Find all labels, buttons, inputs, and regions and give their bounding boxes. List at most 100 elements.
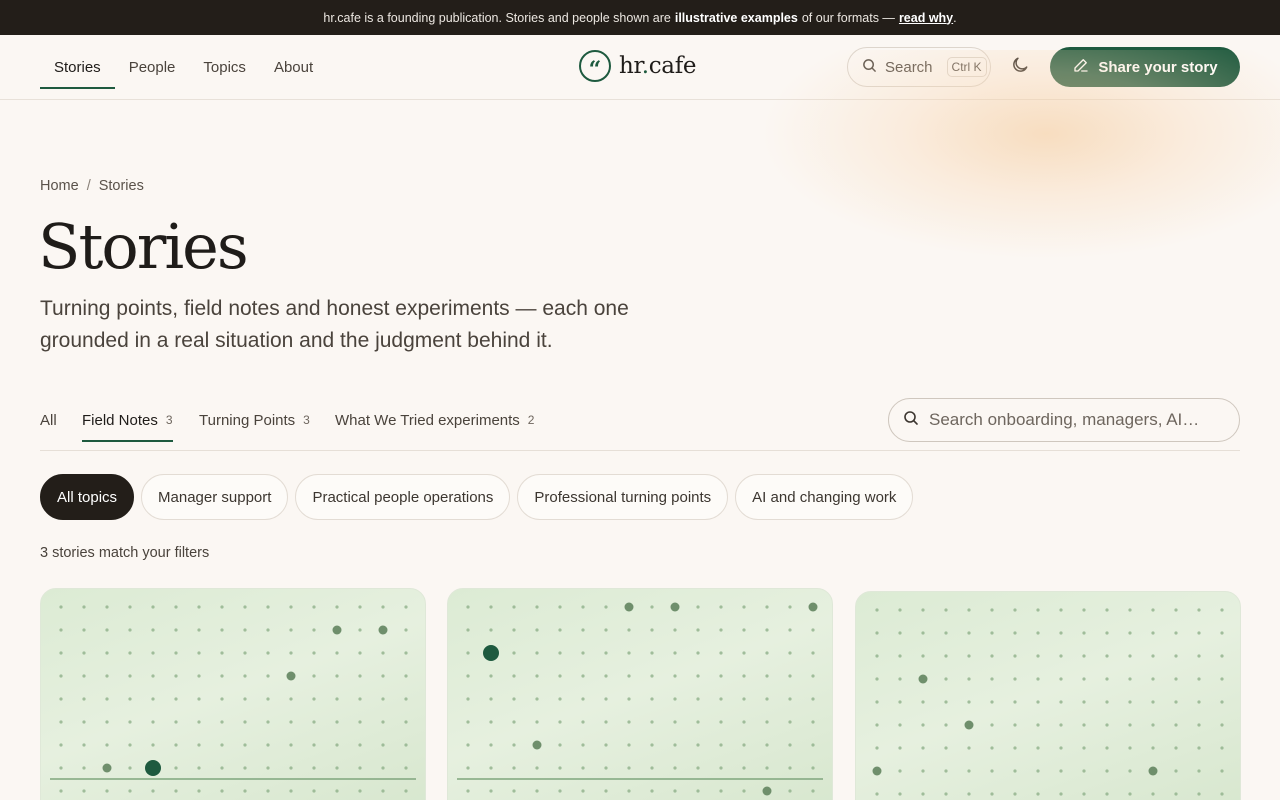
grid-dot xyxy=(312,720,316,724)
chip-manager-support[interactable]: Manager support xyxy=(141,474,289,520)
grid-dot xyxy=(967,769,971,773)
grid-dot xyxy=(1197,631,1201,635)
grid-dot xyxy=(151,651,155,655)
grid-dot xyxy=(1197,700,1201,704)
grid-dot xyxy=(266,789,270,793)
grid-dot xyxy=(719,674,723,678)
story-card[interactable] xyxy=(40,588,426,800)
grid-dot xyxy=(944,631,948,635)
grid-dot xyxy=(358,789,362,793)
grid-dot xyxy=(1059,654,1063,658)
chip-label: All topics xyxy=(57,488,118,506)
grid-dot xyxy=(358,743,362,747)
nav-item-about[interactable]: About xyxy=(260,35,327,99)
chip-ai-and-changing-work[interactable]: AI and changing work xyxy=(735,474,914,520)
grid-dot xyxy=(742,766,746,770)
search-button[interactable]: Search Ctrl K xyxy=(847,47,991,87)
grid-dot xyxy=(174,720,178,724)
grid-dot xyxy=(558,628,562,632)
grid-dot xyxy=(1036,769,1040,773)
story-card[interactable] xyxy=(855,591,1241,800)
grid-dot xyxy=(243,789,247,793)
breadcrumb: Home / Stories xyxy=(40,178,144,194)
theme-toggle-button[interactable] xyxy=(1000,47,1040,87)
grid-dot xyxy=(466,697,470,701)
grid-dot xyxy=(967,700,971,704)
grid-dot xyxy=(1220,631,1224,635)
grid-dot xyxy=(59,605,63,609)
grid-dot xyxy=(558,789,562,793)
grid-dot xyxy=(1220,746,1224,750)
story-search[interactable] xyxy=(888,398,1240,442)
grid-dot xyxy=(197,789,201,793)
story-type-tabs: All Field Notes 3 Turning Points 3 What … xyxy=(40,398,1240,451)
grid-dot xyxy=(1105,631,1109,635)
grid-dot xyxy=(105,651,109,655)
share-story-button[interactable]: Share your story xyxy=(1050,47,1240,87)
grid-dot xyxy=(535,628,539,632)
tab-field-notes[interactable]: Field Notes 3 xyxy=(82,398,173,442)
grid-dot xyxy=(967,631,971,635)
grid-dot xyxy=(1128,792,1132,796)
grid-dot xyxy=(650,743,654,747)
read-why-link[interactable]: read why xyxy=(899,11,953,25)
grid-dot xyxy=(604,720,608,724)
story-card[interactable] xyxy=(447,588,833,800)
grid-dot xyxy=(358,605,362,609)
chip-practical-people-operations[interactable]: Practical people operations xyxy=(295,474,511,520)
grid-dot xyxy=(489,605,493,609)
grid-dot xyxy=(673,651,677,655)
highlight-dot xyxy=(670,602,680,612)
nav-item-people[interactable]: People xyxy=(115,35,190,99)
nav-item-stories[interactable]: Stories xyxy=(40,35,115,99)
grid-dot xyxy=(358,720,362,724)
header-actions: Search Ctrl K Share your story xyxy=(847,47,1240,87)
grid-dot xyxy=(898,677,902,681)
logo-suffix: cafe xyxy=(648,53,697,79)
grid-dot xyxy=(581,697,585,701)
chip-label: Manager support xyxy=(158,488,272,506)
chip-professional-turning-points[interactable]: Professional turning points xyxy=(517,474,729,520)
grid-dot xyxy=(335,651,339,655)
grid-dot xyxy=(466,605,470,609)
grid-dot xyxy=(673,674,677,678)
grid-dot xyxy=(151,697,155,701)
site-logo[interactable]: “ hr.cafe xyxy=(579,50,697,82)
grid-dot xyxy=(404,697,408,701)
highlight-dot xyxy=(918,674,928,684)
chip-all-topics[interactable]: All topics xyxy=(40,474,135,520)
grid-dot xyxy=(558,674,562,678)
grid-dot xyxy=(719,743,723,747)
grid-dot xyxy=(381,605,385,609)
tab-turning-points[interactable]: Turning Points 3 xyxy=(199,398,310,442)
grid-dot xyxy=(788,651,792,655)
grid-dot xyxy=(82,628,86,632)
grid-dot xyxy=(604,605,608,609)
chip-label: AI and changing work xyxy=(752,488,897,506)
grid-dot xyxy=(266,674,270,678)
grid-dot xyxy=(650,628,654,632)
grid-dot xyxy=(197,674,201,678)
grid-dot xyxy=(335,674,339,678)
highlight-dot xyxy=(808,602,818,612)
grid-dot xyxy=(82,743,86,747)
highlight-dot xyxy=(872,766,882,776)
grid-dot xyxy=(174,697,178,701)
story-search-input[interactable] xyxy=(929,410,1209,430)
grid-dot xyxy=(1220,700,1224,704)
tab-label: Turning Points xyxy=(199,411,296,429)
nav-item-topics[interactable]: Topics xyxy=(189,35,260,99)
highlight-dot xyxy=(964,720,974,730)
grid-dot xyxy=(650,605,654,609)
grid-dot xyxy=(875,723,879,727)
grid-dot xyxy=(1174,700,1178,704)
grid-dot xyxy=(381,720,385,724)
grid-dot xyxy=(696,789,700,793)
announcement-end: . xyxy=(953,10,957,25)
tab-what-we-tried[interactable]: What We Tried experiments 2 xyxy=(335,398,534,442)
breadcrumb-home[interactable]: Home xyxy=(40,178,79,194)
pencil-icon xyxy=(1072,56,1090,78)
grid-dot xyxy=(266,697,270,701)
tab-all[interactable]: All xyxy=(40,398,57,442)
grid-dot xyxy=(1082,792,1086,796)
